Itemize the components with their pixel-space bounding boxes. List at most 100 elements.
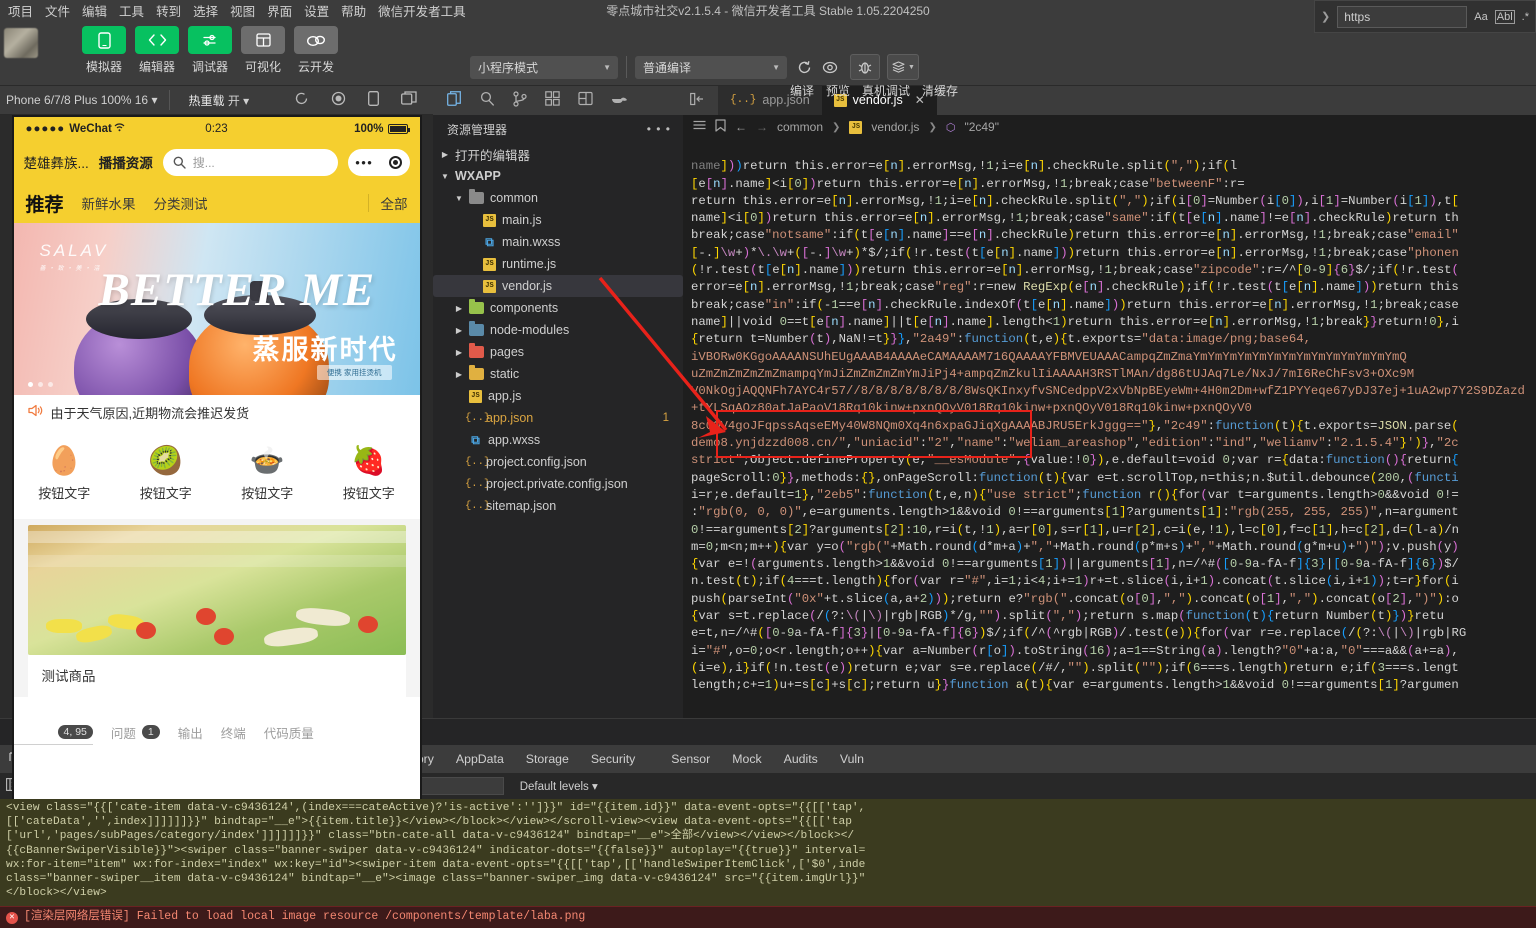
- tree-item-static[interactable]: ▶ static: [433, 363, 683, 385]
- menu-item-10[interactable]: 微信开发者工具: [372, 0, 472, 21]
- channel-label[interactable]: 播播资源: [99, 152, 153, 172]
- toolbar-button-visualize[interactable]: 可视化: [241, 26, 285, 75]
- sublabel-remote-debug[interactable]: 真机调试: [862, 82, 910, 99]
- console-error-row[interactable]: ✕ [渲染层网络层错误] Failed to load local image …: [0, 906, 1536, 928]
- explorer-open-editors[interactable]: ▶ 打开的编辑器: [433, 143, 683, 165]
- docker-icon[interactable]: [611, 92, 628, 108]
- toolbar-button-cloud[interactable]: 云开发: [294, 26, 338, 75]
- devtools-tab-audits[interactable]: Audits: [773, 745, 829, 773]
- menu-item-9[interactable]: 帮助: [335, 0, 372, 21]
- find-widget[interactable]: ❯ https Aa Abl .*: [1314, 0, 1536, 33]
- wechat-capsule[interactable]: •••: [347, 148, 410, 176]
- menu-item-1[interactable]: 文件: [39, 0, 76, 21]
- menu-item-7[interactable]: 界面: [261, 0, 298, 21]
- tree-item-project-config[interactable]: {..} project.config.json: [433, 451, 683, 473]
- sublabel-clear-cache[interactable]: 清缓存: [922, 82, 958, 99]
- devtools-tab-sensor[interactable]: Sensor: [660, 745, 721, 773]
- extensions-icon[interactable]: [545, 91, 560, 109]
- category-tab-1[interactable]: 新鲜水果: [82, 193, 136, 213]
- product-card[interactable]: 测试商品: [13, 519, 420, 697]
- category-tab-2[interactable]: 分类测试: [154, 193, 208, 213]
- tree-item-sitemap[interactable]: {..} sitemap.json: [433, 495, 683, 517]
- more-dots-icon[interactable]: •••: [355, 155, 373, 170]
- devtools-tab-storage[interactable]: Storage: [515, 745, 580, 773]
- tree-item-node-modules[interactable]: ▶ node-modules: [433, 319, 683, 341]
- chevron-right-icon-find[interactable]: ❯: [1321, 10, 1330, 23]
- menu-item-6[interactable]: 视图: [224, 0, 261, 21]
- outline-icon[interactable]: [693, 120, 706, 135]
- console-levels-select[interactable]: Default levels ▾: [520, 779, 598, 793]
- devtools-tab-mock[interactable]: Mock: [721, 745, 772, 773]
- tree-item-pages[interactable]: ▶ pages: [433, 341, 683, 363]
- toolbar-button-editor[interactable]: 编辑器: [135, 26, 179, 75]
- toolbar-button-debugger[interactable]: 调试器: [188, 26, 232, 75]
- tree-item-app-json[interactable]: {..} app.json 1: [433, 407, 683, 429]
- panel-tab-output[interactable]: 输出: [178, 719, 203, 745]
- location-label[interactable]: 楚雄彝族...: [24, 152, 89, 172]
- source-control-icon[interactable]: [513, 90, 527, 110]
- banner-swiper[interactable]: SALAV 善・致・美・活 BETTER ME 蒸服新时代 便携 家用挂烫机: [13, 223, 420, 395]
- menu-item-2[interactable]: 编辑: [76, 0, 113, 21]
- console-output[interactable]: <view class="{{['cate-item data-v-c94361…: [0, 799, 1536, 928]
- menu-item-5[interactable]: 选择: [187, 0, 224, 21]
- bookmark-icon[interactable]: [715, 119, 726, 135]
- detach-window-icon[interactable]: [401, 91, 417, 109]
- sublabel-preview[interactable]: 预览: [826, 82, 850, 99]
- search-input[interactable]: 搜...: [162, 148, 338, 176]
- device-select[interactable]: Phone 6/7/8 Plus 100% 16 ▾: [0, 93, 157, 107]
- tree-item-main-wxss[interactable]: ⧉ main.wxss: [433, 231, 683, 253]
- menu-item-8[interactable]: 设置: [298, 0, 335, 21]
- close-circle-icon[interactable]: [388, 155, 402, 169]
- tree-item-app-js[interactable]: JS app.js: [433, 385, 683, 407]
- breadcrumb-common[interactable]: common: [777, 120, 823, 134]
- devtools-tab-vuln[interactable]: Vuln: [829, 745, 875, 773]
- more-actions-icon[interactable]: • • •: [647, 122, 671, 136]
- clear-cache-button[interactable]: ▼: [887, 54, 919, 80]
- panel-tab-debugger[interactable]: 调试器 4, 95: [14, 719, 93, 745]
- tree-item-runtime-js[interactable]: JS runtime.js: [433, 253, 683, 275]
- devtools-tab-security[interactable]: Security: [580, 745, 646, 773]
- tree-item-vendor-js[interactable]: JS vendor.js: [433, 275, 683, 297]
- find-input[interactable]: https: [1337, 5, 1468, 28]
- refresh-icon[interactable]: [294, 91, 309, 109]
- hotreload-toggle[interactable]: 热重载 开 ▾: [182, 92, 249, 109]
- toolbar-button-simulator[interactable]: 模拟器: [82, 26, 126, 75]
- match-case-icon[interactable]: Aa: [1474, 11, 1487, 23]
- grid-item-3[interactable]: 🍓 按钮文字: [318, 446, 420, 502]
- panel-tab-code-quality[interactable]: 代码质量: [264, 719, 314, 745]
- devtools-tab-appdata[interactable]: AppData: [445, 745, 515, 773]
- preview-button[interactable]: [817, 55, 843, 79]
- whole-word-icon[interactable]: Abl: [1494, 9, 1515, 24]
- menu-item-4[interactable]: 转到: [150, 0, 187, 21]
- menu-item-0[interactable]: 项目: [2, 0, 39, 21]
- forward-icon[interactable]: →: [756, 120, 768, 134]
- explorer-project-root[interactable]: ▼ WXAPP: [433, 165, 683, 187]
- panel-tab-problems[interactable]: 问题 1: [111, 719, 160, 745]
- breadcrumb-symbol[interactable]: "2c49": [964, 120, 999, 134]
- tree-item-project-private-config[interactable]: {..} project.private.config.json: [433, 473, 683, 495]
- sublabel-compile[interactable]: 编译: [790, 82, 814, 99]
- menu-item-3[interactable]: 工具: [113, 0, 150, 21]
- breadcrumb-vendor[interactable]: vendor.js: [871, 120, 919, 134]
- mode-select[interactable]: 小程序模式 ▼: [470, 55, 618, 79]
- category-all-button[interactable]: 全部: [381, 193, 408, 213]
- grid-item-0[interactable]: 🥚 按钮文字: [14, 446, 116, 502]
- record-icon[interactable]: [331, 91, 346, 109]
- explorer-icon[interactable]: [447, 90, 462, 110]
- panel-tab-terminal[interactable]: 终端: [221, 719, 246, 745]
- regex-icon[interactable]: .*: [1522, 11, 1529, 23]
- grid-item-1[interactable]: 🥝 按钮文字: [115, 446, 217, 502]
- tree-item-components[interactable]: ▶ components: [433, 297, 683, 319]
- compile-select[interactable]: 普通编译 ▼: [635, 55, 787, 79]
- grid-item-2[interactable]: 🍲 按钮文字: [217, 446, 319, 502]
- category-tab-0[interactable]: 推荐: [26, 190, 64, 217]
- code-content[interactable]: name]))return this.error=e[n].errorMsg,!…: [683, 139, 1536, 718]
- search-icon[interactable]: [480, 91, 495, 110]
- tree-item-main-js[interactable]: JS main.js: [433, 209, 683, 231]
- remote-debug-button[interactable]: [850, 54, 880, 80]
- user-avatar[interactable]: [4, 28, 38, 58]
- tree-item-app-wxss[interactable]: ⧉ app.wxss: [433, 429, 683, 451]
- split-editor-icon[interactable]: [690, 92, 704, 109]
- compile-button[interactable]: [791, 55, 817, 79]
- device-frame-icon[interactable]: [368, 91, 379, 109]
